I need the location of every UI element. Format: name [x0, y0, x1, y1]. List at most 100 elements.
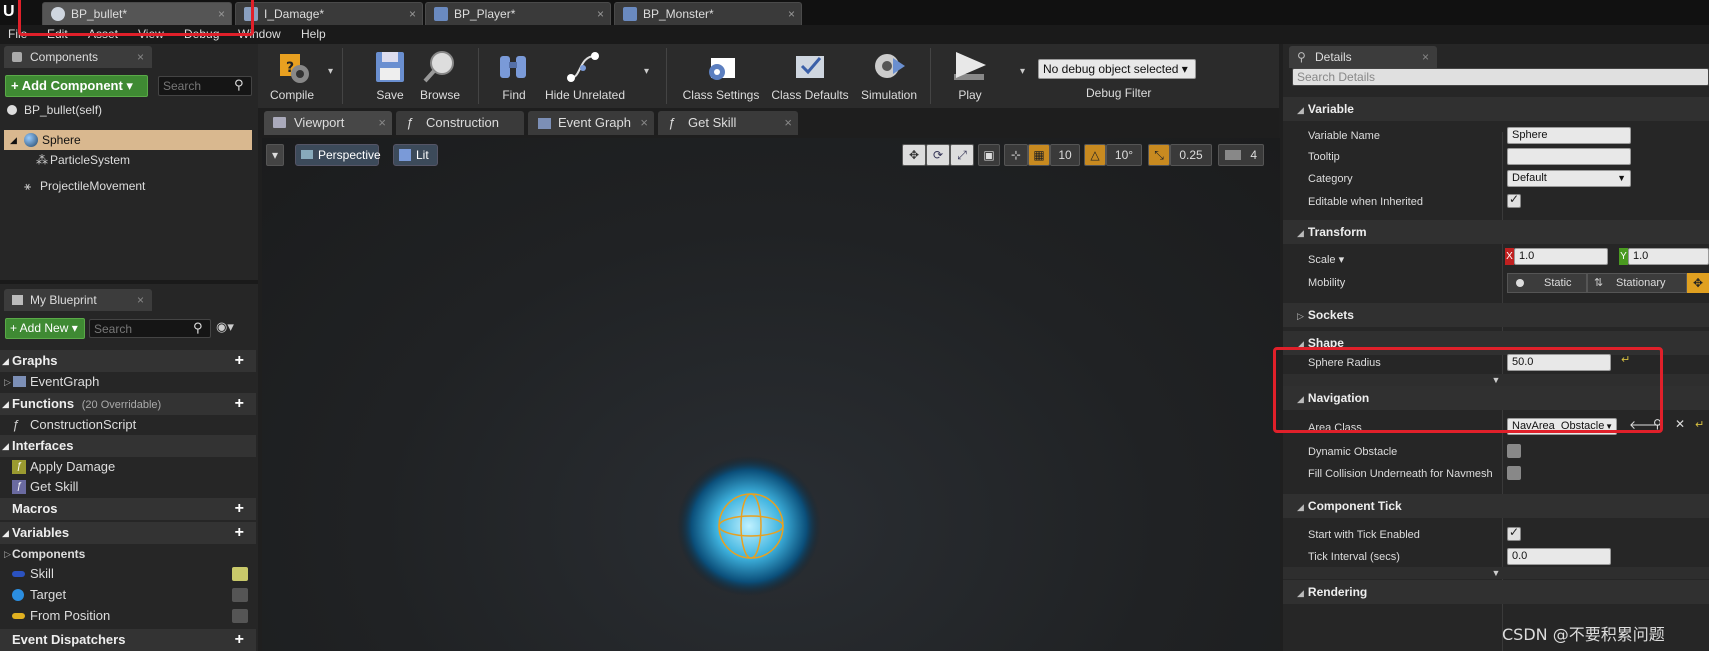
category-select[interactable]: Default ▼ — [1507, 170, 1631, 187]
transform-scale-button[interactable]: ⤢ — [950, 144, 974, 166]
debug-object-select[interactable]: No debug object selected ▾ — [1038, 59, 1196, 79]
details-search-input[interactable]: Search Details — [1292, 68, 1709, 86]
add-variable-button[interactable]: + — [235, 522, 244, 544]
component-sphere[interactable]: ◢ Sphere — [4, 130, 252, 150]
viewport-options-button[interactable]: ▾ — [266, 144, 284, 166]
tab-viewport[interactable]: Viewport × — [264, 111, 392, 135]
component-tick-category[interactable]: ◢ Component Tick — [1283, 494, 1709, 518]
variable-item-from-position[interactable]: From Position — [0, 606, 256, 626]
mobility-static-button[interactable]: Static — [1507, 273, 1587, 293]
viewport-canvas[interactable]: ▾ Perspective Lit ✥ ⟳ ⤢ ▣ ⊹ ▦ 10 △ 10° ⤡… — [262, 138, 1280, 651]
variable-name-field[interactable]: Sphere — [1507, 127, 1631, 144]
add-graph-button[interactable]: + — [235, 350, 244, 372]
play-options-arrow[interactable]: ▾ — [1020, 66, 1025, 77]
close-icon[interactable]: × — [378, 111, 386, 135]
macros-section[interactable]: Macros + — [0, 498, 256, 520]
tab-construction-script[interactable]: ƒ Construction Scrip — [396, 111, 524, 154]
close-icon[interactable]: × — [788, 3, 795, 25]
tab-get-skill[interactable]: ƒ Get Skill × — [658, 111, 798, 135]
panel-divider[interactable] — [0, 280, 258, 284]
scale-label[interactable]: Scale ▾ — [1308, 253, 1344, 266]
hide-options-arrow[interactable]: ▾ — [644, 66, 649, 77]
function-item-constructionscript[interactable]: ƒ ConstructionScript — [0, 415, 256, 435]
save-button[interactable]: Save — [368, 44, 412, 108]
interfaces-section[interactable]: ◢ Interfaces — [0, 435, 256, 457]
clear-x-icon[interactable]: ✕ — [1675, 417, 1685, 431]
grid-snap-toggle[interactable]: ▦ — [1028, 144, 1050, 166]
component-particlesystem[interactable]: ⁂ ParticleSystem — [0, 150, 256, 170]
transform-move-button[interactable]: ✥ — [902, 144, 926, 166]
perspective-button[interactable]: Perspective — [295, 144, 381, 166]
scale-snap-value[interactable]: 0.25 — [1170, 144, 1212, 166]
advanced-expand-bar[interactable]: ▼ — [1283, 567, 1709, 579]
eye-icon[interactable]: ◉▾ — [216, 319, 234, 335]
close-icon[interactable]: × — [409, 3, 416, 25]
tab-event-graph[interactable]: Event Graph × — [528, 111, 654, 135]
find-button[interactable]: Find — [490, 44, 538, 108]
my-blueprint-tab[interactable]: My Blueprint × — [4, 289, 152, 311]
camera-speed-button[interactable]: 4 — [1218, 144, 1264, 166]
close-icon[interactable]: × — [137, 46, 144, 68]
start-tick-checkbox[interactable] — [1507, 525, 1521, 541]
visibility-eye-icon[interactable] — [232, 588, 248, 602]
tick-interval-field[interactable]: 0.0 — [1507, 548, 1611, 565]
variable-category[interactable]: ◢ Variable — [1283, 97, 1709, 121]
doc-tab-i-damage[interactable]: I_Damage* × — [235, 2, 423, 25]
visibility-eye-icon[interactable] — [232, 567, 248, 581]
add-macro-button[interactable]: + — [235, 498, 244, 520]
variables-section[interactable]: ◢ Variables + — [0, 522, 256, 544]
transform-rotate-button[interactable]: ⟳ — [926, 144, 950, 166]
interface-item-apply-damage[interactable]: ƒ Apply Damage — [0, 457, 256, 477]
compile-button[interactable]: ? Compile — [264, 44, 320, 108]
tooltip-field[interactable] — [1507, 148, 1631, 165]
class-settings-button[interactable]: Class Settings — [678, 44, 764, 108]
variable-item-skill[interactable]: Skill — [0, 564, 256, 584]
fill-collision-checkbox[interactable] — [1507, 466, 1521, 480]
doc-tab-bp-player[interactable]: BP_Player* × — [425, 2, 611, 25]
close-icon[interactable]: × — [640, 111, 648, 135]
add-component-button[interactable]: + Add Component ▾ — [5, 75, 148, 97]
sockets-category[interactable]: ▷ Sockets — [1283, 303, 1709, 327]
browse-button[interactable]: Browse — [414, 44, 466, 108]
variables-components-sub[interactable]: ▷ Components — [0, 544, 256, 564]
surface-snap-button[interactable]: ⊹ — [1004, 144, 1028, 166]
grid-snap-value[interactable]: 10 — [1050, 144, 1080, 166]
expand-arrow-icon[interactable]: ◢ — [10, 130, 17, 150]
editable-inherited-checkbox[interactable] — [1507, 192, 1521, 208]
expand-arrow-icon[interactable]: ▷ — [4, 544, 11, 564]
lit-button[interactable]: Lit — [393, 144, 438, 166]
interface-item-get-skill[interactable]: ƒ Get Skill — [0, 477, 256, 497]
hide-unrelated-button[interactable]: Hide Unrelated — [542, 44, 628, 108]
reset-to-default-icon[interactable]: ↵ — [1695, 418, 1704, 431]
graph-item-eventgraph[interactable]: ▷ EventGraph — [0, 372, 256, 392]
world-local-button[interactable]: ▣ — [978, 144, 1000, 166]
details-tab[interactable]: ⚲ Details × — [1289, 46, 1437, 68]
scale-snap-toggle[interactable]: ⤡ — [1148, 144, 1170, 166]
doc-tab-bp-monster[interactable]: BP_Monster* × — [614, 2, 802, 25]
scale-x-field[interactable]: 1.0 — [1514, 248, 1608, 265]
graphs-section[interactable]: ◢ Graphs + — [0, 350, 256, 372]
visibility-eye-icon[interactable] — [232, 609, 248, 623]
close-icon[interactable]: × — [1422, 46, 1429, 68]
mobility-movable-button[interactable]: ✥ — [1687, 273, 1709, 293]
simulation-button[interactable]: Simulation — [856, 44, 922, 108]
close-icon[interactable]: × — [137, 289, 144, 311]
add-dispatcher-button[interactable]: + — [235, 629, 244, 651]
component-self[interactable]: BP_bullet(self) — [0, 100, 256, 120]
add-new-button[interactable]: + Add New ▾ — [5, 318, 85, 339]
menu-help[interactable]: Help — [301, 27, 326, 41]
rotation-snap-value[interactable]: 10° — [1106, 144, 1142, 166]
close-icon[interactable]: × — [784, 111, 792, 135]
play-button[interactable]: Play — [942, 44, 998, 108]
functions-section[interactable]: ◢ Functions (20 Overridable) + — [0, 393, 256, 415]
class-defaults-button[interactable]: Class Defaults — [770, 44, 850, 108]
scale-y-field[interactable]: 1.0 — [1628, 248, 1709, 265]
rotation-snap-toggle[interactable]: △ — [1084, 144, 1106, 166]
components-tab[interactable]: Components × — [4, 46, 152, 68]
close-icon[interactable]: × — [597, 3, 604, 25]
dynamic-obstacle-checkbox[interactable] — [1507, 444, 1521, 458]
component-projectilemovement[interactable]: ⚹ ProjectileMovement — [0, 176, 256, 196]
add-function-button[interactable]: + — [235, 393, 244, 415]
transform-category[interactable]: ◢ Transform — [1283, 220, 1709, 244]
event-dispatchers-section[interactable]: Event Dispatchers + — [0, 629, 256, 651]
